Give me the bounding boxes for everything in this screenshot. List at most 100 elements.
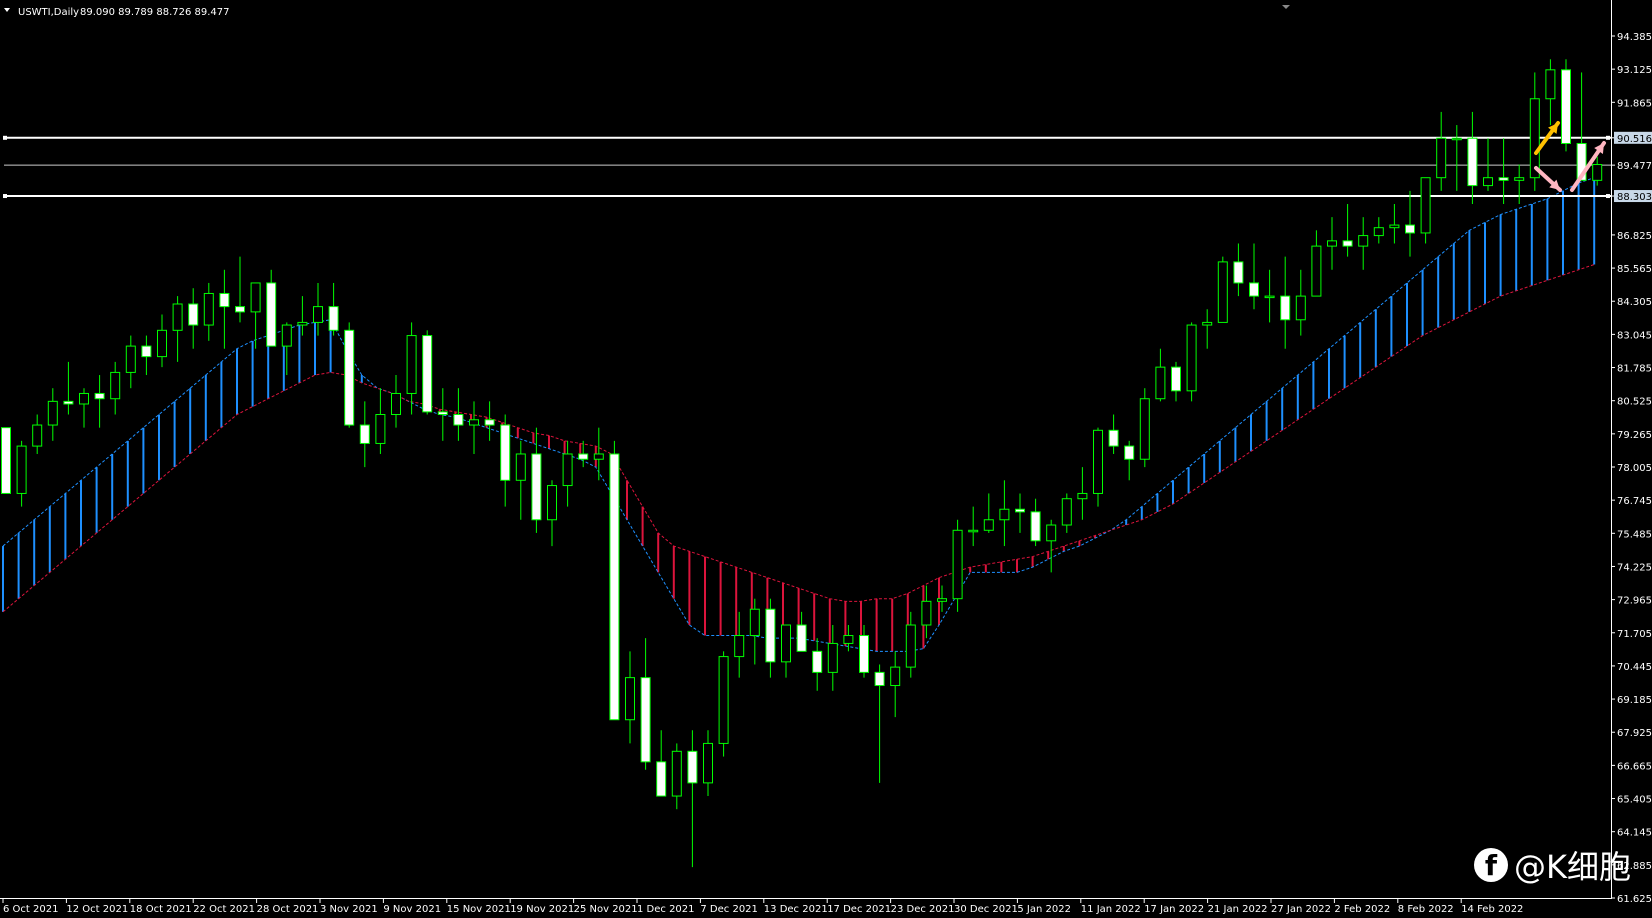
candle-body	[1093, 429, 1103, 494]
y-tick-label: 78.005	[1617, 463, 1652, 474]
x-tick-label: 11 Jan 2022	[1081, 904, 1141, 915]
x-tick-label: 13 Dec 2021	[764, 904, 828, 915]
candlestick-chart[interactable]: 94.385 93.125 91.865 90.516 89.477 88.303 86.8…	[0, 0, 1652, 918]
candle-body	[1202, 321, 1213, 326]
candle-body	[1545, 69, 1556, 100]
candle-body	[593, 453, 604, 460]
candle-body	[281, 324, 292, 347]
candle-body	[157, 329, 167, 358]
candle-body	[63, 400, 74, 405]
candle-body	[266, 282, 277, 347]
candle-body	[313, 306, 323, 323]
y-tick-label: 93.125	[1617, 65, 1652, 76]
y-tick-label: 86.825	[1617, 231, 1652, 242]
y-tick-label: 80.525	[1617, 397, 1652, 408]
x-tick-label: 12 Oct 2021	[66, 904, 128, 915]
candle-body	[1295, 295, 1306, 321]
y-tick-label: 66.665	[1617, 761, 1652, 772]
candle-body	[1498, 177, 1509, 181]
watermark-text: @K细胞	[1514, 848, 1631, 886]
candle-body	[453, 414, 464, 426]
y-tick-label: 91.865	[1617, 98, 1652, 109]
pink-arrow-down	[1534, 166, 1562, 192]
candle-body	[718, 656, 729, 744]
candle-body	[578, 453, 589, 460]
y-tick-label: 72.965	[1617, 596, 1652, 607]
candle-body	[515, 453, 526, 481]
y-tick-label: 70.445	[1617, 662, 1652, 673]
candle-body	[796, 624, 807, 652]
candle-body	[141, 345, 152, 358]
x-tick-label: 17 Dec 2021	[827, 904, 891, 915]
candle-body	[1186, 324, 1197, 392]
candle-body	[1358, 235, 1369, 247]
candle-body	[1342, 240, 1353, 247]
y-tick-label: 89.477	[1617, 161, 1652, 172]
candle-body	[172, 303, 183, 331]
x-tick-label: 27 Jan 2022	[1271, 904, 1331, 915]
candle-body	[110, 371, 121, 400]
candle-body	[16, 445, 27, 494]
candle-body	[734, 635, 745, 658]
candle-body	[1108, 429, 1119, 447]
candle-body	[765, 608, 776, 663]
candle-body	[1311, 245, 1322, 297]
candle-body	[687, 750, 698, 784]
candle-body	[1171, 366, 1181, 392]
symbol-label: USWTI,Daily	[18, 7, 79, 18]
candle-body	[781, 624, 791, 663]
candle-body	[1529, 98, 1540, 179]
candle-body	[1030, 511, 1041, 542]
chevron-down-icon[interactable]	[4, 8, 10, 12]
candle-body	[609, 453, 620, 721]
candle-body	[1327, 240, 1337, 247]
candle-body	[297, 321, 308, 326]
candle-body	[983, 519, 994, 531]
candle-body	[547, 485, 557, 521]
candle-body	[640, 677, 651, 763]
x-tick-label: 3 Nov 2021	[320, 904, 378, 915]
candle-body	[874, 671, 885, 687]
x-tick-label: 22 Oct 2021	[193, 904, 255, 915]
candle-body	[890, 666, 901, 687]
x-tick-label: 18 Oct 2021	[130, 904, 192, 915]
candle-body	[359, 424, 370, 444]
candle-body	[219, 292, 230, 308]
candle-body	[1217, 261, 1228, 323]
candle-body	[47, 400, 58, 426]
candle-body	[531, 453, 542, 521]
y-tick-label: 74.225	[1617, 562, 1652, 573]
watermark: f @K细胞	[1474, 842, 1631, 888]
y-tick-label: 94.385	[1617, 32, 1652, 43]
candle-body	[1592, 164, 1603, 181]
candle-body	[921, 600, 932, 626]
y-tick-label: 69.185	[1617, 695, 1652, 706]
candle-body	[1233, 261, 1244, 284]
candle-body	[625, 677, 635, 721]
time-axis: 6 Oct 2021 12 Oct 2021 18 Oct 2021 22 Oct 2…	[2, 898, 1523, 915]
x-tick-label: 9 Nov 2021	[383, 904, 441, 915]
candle-body	[1061, 498, 1072, 526]
candle-body	[968, 529, 979, 533]
x-tick-label: 23 Dec 2021	[891, 904, 955, 915]
candle-body	[1451, 137, 1462, 141]
candles	[1, 59, 1603, 868]
candle-body	[1139, 398, 1150, 460]
y-tick-label: 67.925	[1617, 728, 1652, 739]
level-lines	[3, 135, 1612, 199]
candle-body	[1264, 295, 1275, 299]
candle-body	[1467, 137, 1478, 187]
cloud-layer	[2, 177, 1596, 652]
x-tick-label: 2 Feb 2022	[1334, 904, 1390, 915]
candle-body	[859, 635, 869, 673]
candle-body	[437, 411, 448, 416]
ohlc-readout: 89.090 89.789 88.726 89.477	[80, 7, 230, 18]
candle-body	[952, 529, 963, 600]
candle-body	[235, 306, 245, 313]
candle-body	[1249, 282, 1259, 297]
x-tick-label: 1 Dec 2021	[637, 904, 695, 915]
senkou-span-a	[2, 177, 1595, 652]
x-tick-label: 28 Oct 2021	[257, 904, 319, 915]
y-tick-label: 75.485	[1617, 529, 1652, 540]
candle-body	[671, 750, 682, 797]
